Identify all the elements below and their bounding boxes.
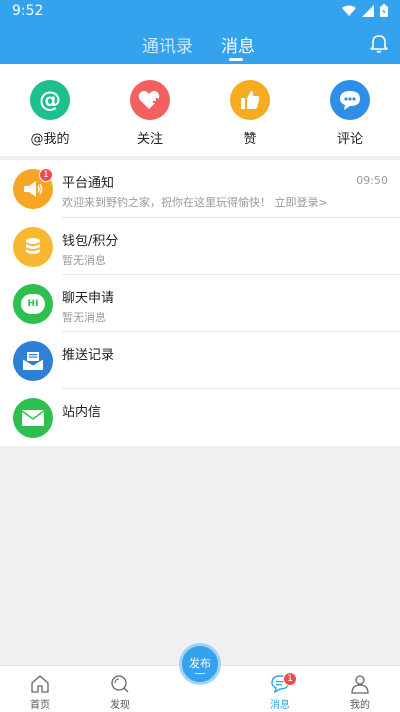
comment-icon [330,80,370,120]
quick-follow-label: 关注 [136,132,163,147]
quick-comments-label: 评论 [336,132,363,147]
thumbs-up-icon [230,80,270,120]
item-subtitle[interactable]: 欢迎来到野钓之家，祝你在这里玩得愉快！ 立即登录> [62,194,328,210]
list-item-wallet[interactable]: 钱包/积分 暂无消息 [0,218,400,275]
item-title: 聊天申请 [62,291,115,306]
item-title: 推送记录 [62,348,115,363]
list-item-push-history[interactable]: 推送记录 [0,332,400,389]
at-icon: @ [30,80,70,120]
top-bar: 9:52 通讯录 消息 [0,0,400,64]
message-list: 1 平台通知 欢迎来到野钓之家，祝你在这里玩得愉快！ 立即登录> 09:50 钱… [0,160,400,446]
publish-label: 发布 [189,656,211,670]
notice-badge: 1 [39,168,53,182]
tab-messages[interactable]: 消息 [221,32,255,57]
item-title: 平台通知 [62,176,115,191]
quick-actions: @ @我的 关注 赞 评论 [0,64,400,156]
nav-mine-label: 我的 [350,700,370,711]
wifi-icon [342,5,356,16]
item-subtitle: 暂无消息 [62,254,106,267]
publish-dash [195,672,205,674]
tab-contacts[interactable]: 通讯录 [142,32,193,57]
home-icon [31,675,49,693]
status-icons [342,4,388,17]
quick-comments[interactable]: 评论 [310,80,390,147]
item-title: 钱包/积分 [62,234,119,249]
quick-at-me-label: @我的 [30,132,70,147]
status-time: 9:52 [12,3,44,19]
item-subtitle: 暂无消息 [62,311,106,324]
signal-icon [362,4,374,17]
nav-mine[interactable]: 我的 [330,666,390,712]
quick-likes[interactable]: 赞 [210,80,290,147]
discover-icon [111,675,129,693]
bell-icon[interactable] [368,32,390,54]
quick-likes-label: 赞 [243,132,257,147]
envelope-open-icon [13,341,53,381]
header: 通讯录 消息 [0,24,400,64]
status-bar: 9:52 [0,0,400,24]
chat-hi-icon-text: HI [27,299,39,309]
list-item-platform-notice[interactable]: 1 平台通知 欢迎来到野钓之家，祝你在这里玩得愉快！ 立即登录> 09:50 [0,160,400,217]
chat-hi-icon: HI [13,284,53,324]
battery-icon [380,4,388,17]
nav-messages[interactable]: 1 消息 [250,666,310,712]
nav-messages-label: 消息 [270,700,290,711]
heart-plus-icon [130,80,170,120]
publish-button[interactable]: 发布 [179,643,221,685]
nav-discover-label: 发现 [110,700,130,711]
nav-home[interactable]: 首页 [10,666,70,712]
quick-follow[interactable]: 关注 [110,80,190,147]
nav-discover[interactable]: 发现 [90,666,150,712]
list-item-inbox[interactable]: 站内信 [0,389,400,446]
quick-at-me[interactable]: @ @我的 [10,80,90,147]
active-tab-indicator [229,58,243,61]
list-item-chat-request[interactable]: HI 聊天申请 暂无消息 [0,275,400,332]
nav-home-label: 首页 [30,700,50,711]
coins-icon [13,227,53,267]
nav-messages-badge: 1 [283,672,297,686]
user-icon [351,675,369,694]
item-title: 站内信 [62,405,102,420]
item-time: 09:50 [356,174,388,187]
mail-icon [13,398,53,438]
